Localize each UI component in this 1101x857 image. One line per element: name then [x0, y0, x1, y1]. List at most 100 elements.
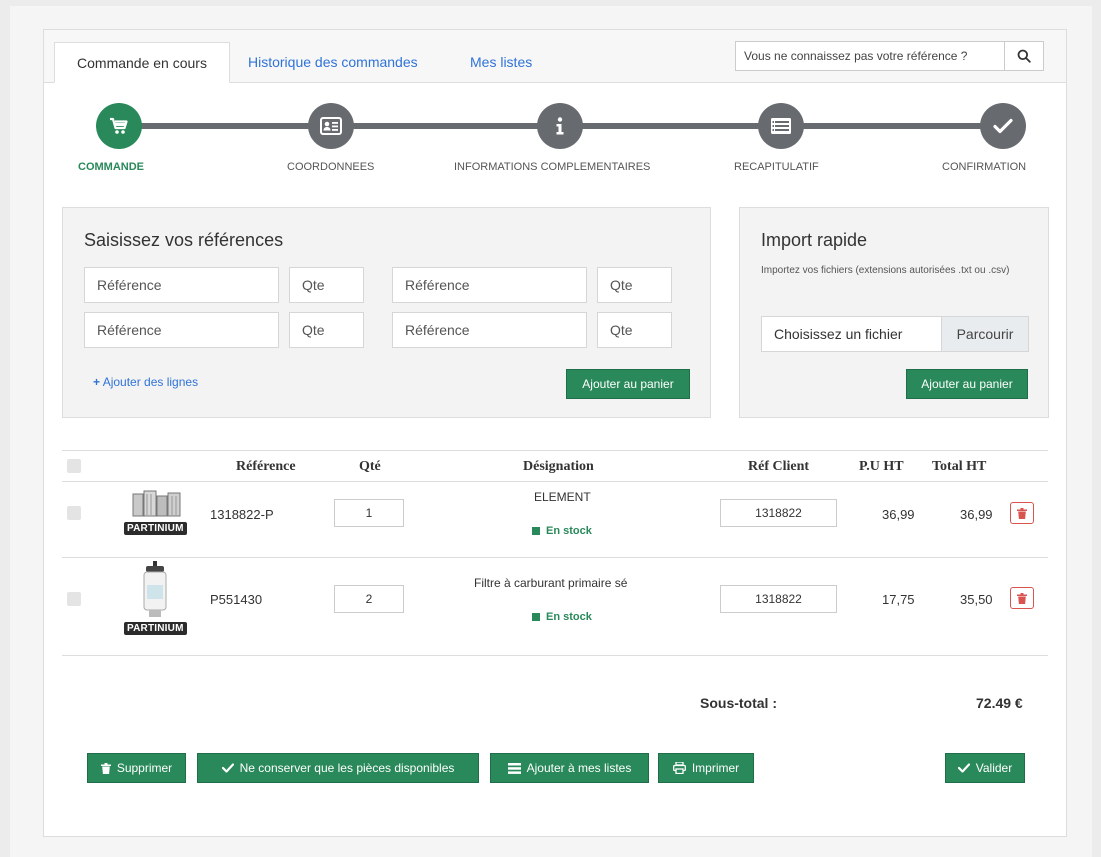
stock-dot-icon: [532, 527, 540, 535]
row-checkbox[interactable]: [67, 506, 81, 520]
import-add-to-cart-button[interactable]: Ajouter au panier: [906, 369, 1028, 399]
subtotal-value: 72.49 €: [976, 695, 1023, 711]
row-total: 36,99: [960, 507, 993, 522]
file-picker-label: Choisissez un fichier: [774, 326, 903, 342]
delete-row-button[interactable]: [1010, 502, 1034, 524]
qty-input-3[interactable]: [289, 312, 364, 348]
order-card: Commande en cours Historique des command…: [43, 29, 1067, 837]
print-icon: [672, 762, 686, 774]
stock-label: En stock: [546, 525, 592, 537]
reference-input-2[interactable]: [392, 267, 587, 303]
qty-input-1[interactable]: [289, 267, 364, 303]
table-row: PARTINIUM P551430 2 Filtre à carburant p…: [62, 558, 1048, 656]
stock-label: En stock: [546, 611, 592, 623]
trash-icon: [1017, 507, 1027, 519]
validate-button[interactable]: Valider: [945, 753, 1025, 783]
header-reference: Référence: [236, 459, 296, 474]
validate-label: Valider: [975, 761, 1013, 775]
header-designation: Désignation: [523, 459, 594, 474]
keep-available-button[interactable]: Ne conserver que les pièces disponibles: [197, 753, 479, 783]
print-button[interactable]: Imprimer: [658, 753, 754, 783]
row-client-ref-input[interactable]: 1318822: [720, 499, 837, 527]
row-checkbox[interactable]: [67, 592, 81, 606]
trash-icon: [1017, 592, 1027, 604]
qty-input-4[interactable]: [597, 312, 672, 348]
id-card-icon: [320, 117, 342, 135]
header-client-ref: Réf Client: [748, 459, 810, 474]
step-informations: [537, 103, 583, 149]
qty-input-2[interactable]: [597, 267, 672, 303]
print-label: Imprimer: [691, 761, 740, 775]
row-reference: P551430: [210, 592, 263, 607]
row-client-ref-input[interactable]: 1318822: [720, 585, 837, 613]
tab-current-order[interactable]: Commande en cours: [54, 42, 230, 83]
row-unit-price: 17,75: [882, 592, 915, 607]
step-coordonnees: [308, 103, 354, 149]
row-reference: 1318822-P: [210, 507, 274, 522]
header-total: Total HT: [932, 459, 987, 474]
cart-table-header: Référence Qté Désignation Réf Client P.U…: [62, 450, 1048, 482]
references-panel-title: Saisissez vos références: [84, 230, 284, 250]
search-button[interactable]: [1004, 42, 1043, 70]
reference-input-3[interactable]: [84, 312, 279, 348]
add-lines-link[interactable]: + Ajouter des lignes: [93, 375, 198, 389]
row-designation: ELEMENT: [534, 490, 591, 504]
row-total: 35,50: [960, 592, 993, 607]
tab-my-lists[interactable]: Mes listes: [470, 42, 532, 82]
plus-icon: +: [93, 375, 101, 389]
tab-order-history[interactable]: Historique des commandes: [248, 42, 418, 82]
table-row: PARTINIUM 1318822-P 1 ELEMENT En stock 1…: [62, 482, 1048, 558]
header-qty: Qté: [359, 459, 381, 474]
row-qty-input[interactable]: 2: [334, 585, 404, 613]
reference-search: [735, 41, 1044, 71]
select-all-checkbox[interactable]: [67, 459, 81, 473]
reference-input-4[interactable]: [392, 312, 587, 348]
row-qty-input[interactable]: 1: [334, 499, 404, 527]
delete-selected-button[interactable]: Supprimer: [87, 753, 186, 783]
info-icon: [556, 117, 564, 135]
step-label-informations: INFORMATIONS COMPLEMENTAIRES: [454, 161, 651, 173]
stock-status: En stock: [532, 525, 592, 537]
step-commande: [96, 103, 142, 149]
step-label-recapitulatif: RECAPITULATIF: [734, 161, 819, 173]
browse-button[interactable]: Parcourir: [941, 317, 1028, 351]
trash-icon: [100, 762, 111, 774]
list-icon: [507, 762, 521, 774]
reference-search-input[interactable]: [736, 42, 1004, 70]
import-panel: Import rapide Importez vos fichiers (ext…: [739, 207, 1049, 418]
fuel-filter-image: [143, 561, 167, 617]
stock-status: En stock: [532, 611, 592, 623]
step-recapitulatif: [758, 103, 804, 149]
step-label-coordonnees: COORDONNEES: [287, 161, 375, 173]
stock-dot-icon: [532, 613, 540, 621]
tab-bar: Commande en cours Historique des command…: [44, 30, 1066, 83]
references-panel: Saisissez vos références + Ajouter des l…: [62, 207, 711, 418]
keep-available-label: Ne conserver que les pièces disponibles: [239, 761, 455, 775]
brand-badge: PARTINIUM: [124, 522, 187, 535]
search-icon: [1017, 49, 1031, 63]
delete-selected-label: Supprimer: [116, 761, 173, 775]
row-designation: Filtre à carburant primaire sé: [474, 576, 628, 590]
import-panel-title: Import rapide: [761, 230, 868, 250]
step-label-confirmation: CONFIRMATION: [942, 161, 1027, 173]
list-icon: [771, 118, 791, 134]
delete-row-button[interactable]: [1010, 587, 1034, 609]
brand-badge: PARTINIUM: [124, 622, 187, 635]
check-icon: [957, 763, 970, 773]
filter-elements-image: [132, 490, 181, 517]
reference-input-1[interactable]: [84, 267, 279, 303]
subtotal-label: Sous-total :: [700, 695, 777, 711]
file-picker[interactable]: Choisissez un fichier Parcourir: [761, 316, 1029, 352]
add-to-cart-button[interactable]: Ajouter au panier: [566, 369, 690, 399]
row-unit-price: 36,99: [882, 507, 915, 522]
add-lines-label: Ajouter des lignes: [102, 375, 199, 389]
header-unit-price: P.U HT: [859, 459, 904, 474]
import-description: Importez vos fichiers (extensions autori…: [761, 265, 1010, 276]
step-label-commande: COMMANDE: [78, 161, 144, 173]
check-icon: [221, 763, 234, 773]
add-to-lists-button[interactable]: Ajouter à mes listes: [490, 753, 649, 783]
add-to-lists-label: Ajouter à mes listes: [526, 761, 632, 775]
step-confirmation: [980, 103, 1026, 149]
cart-icon: [110, 117, 128, 134]
check-icon: [993, 118, 1013, 134]
